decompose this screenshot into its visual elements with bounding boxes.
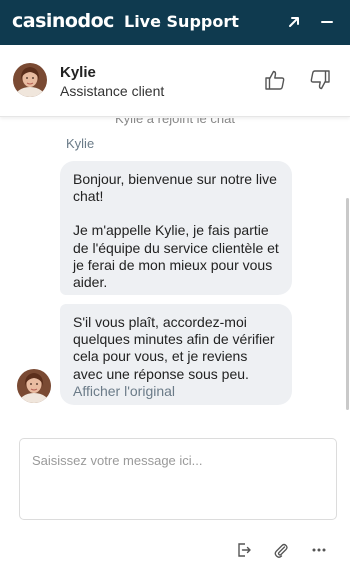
system-message: Kylie a rejoint le chat (115, 118, 235, 126)
minimize-button[interactable] (314, 9, 340, 35)
avatar (17, 369, 51, 403)
agent-header: Kylie Assistance client (0, 45, 350, 117)
paperclip-icon (274, 543, 288, 558)
agent-role: Assistance client (60, 83, 165, 99)
rate-positive-button[interactable] (263, 68, 287, 92)
chat-bubble: S'il vous plaît, accordez-moi quelques m… (60, 304, 292, 405)
message-input[interactable] (20, 439, 336, 519)
thumbs-down-icon (310, 70, 330, 90)
more-icon (312, 548, 326, 552)
window-title: Live Support (124, 12, 239, 31)
message-input-box (19, 438, 337, 520)
thumbs-up-icon (265, 70, 285, 90)
message-text: Bonjour, bienvenue sur notre live chat! (73, 171, 277, 205)
window-titlebar: casinodoc Live Support (0, 0, 350, 45)
brand-logo: casinodoc (12, 10, 114, 32)
agent-name: Kylie (60, 64, 96, 81)
avatar (13, 63, 47, 97)
expand-button[interactable] (281, 9, 307, 35)
minimize-icon (321, 21, 333, 23)
message-list[interactable]: Kylie a rejoint le chat Kylie Bonjour, b… (0, 118, 350, 408)
message-text: Je m'appelle Kylie, je fais partie de l'… (73, 222, 279, 291)
rate-negative-button[interactable] (308, 68, 332, 92)
transcript-button[interactable] (234, 540, 254, 560)
message-text: S'il vous plaît, accordez-moi quelques m… (73, 314, 275, 382)
expand-icon (289, 17, 299, 27)
chat-bubble: Bonjour, bienvenue sur notre live chat! … (60, 161, 292, 295)
scrollbar[interactable] (346, 198, 349, 410)
transcript-icon (238, 543, 251, 557)
sender-name: Kylie (66, 136, 95, 151)
more-options-button[interactable] (309, 540, 329, 560)
show-original-link[interactable]: Afficher l'original (73, 383, 175, 399)
attach-file-button[interactable] (271, 540, 291, 560)
